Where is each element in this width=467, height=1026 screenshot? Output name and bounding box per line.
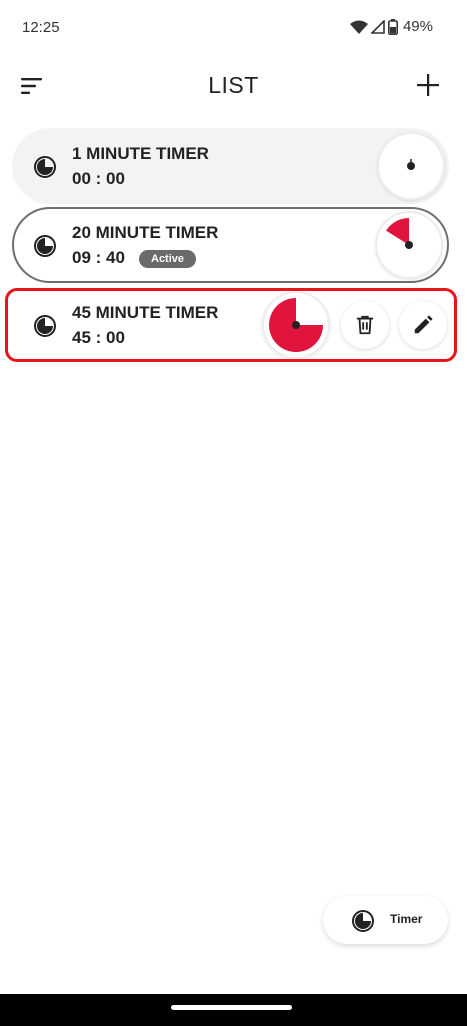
add-icon: [417, 74, 439, 96]
app-bar: LIST: [0, 60, 467, 112]
signal-icon: [370, 19, 385, 34]
timer-dial[interactable]: [262, 291, 330, 359]
timer-icon: [352, 910, 374, 932]
timer-time: 45 : 00: [72, 328, 125, 347]
status-time: 12:25: [22, 19, 60, 36]
nav-bar: [0, 994, 467, 1026]
timer-time: 09 : 40: [72, 248, 125, 267]
dial-graphic: [269, 298, 323, 352]
dial-graphic: [407, 159, 415, 170]
timer-icon: [34, 315, 56, 337]
timer-dial[interactable]: [375, 211, 443, 279]
timer-time: 00 : 00: [72, 169, 125, 188]
battery-percent: 49%: [402, 18, 433, 35]
timer-card-selected[interactable]: 45 MINUTE TIMER 45 : 00: [12, 287, 449, 363]
active-badge: Active: [139, 250, 197, 268]
timer-icon: [34, 235, 56, 257]
timer-title: 1 MINUTE TIMER: [72, 144, 209, 163]
dial-graphic: [386, 218, 413, 249]
timer-title: 45 MINUTE TIMER: [72, 303, 219, 322]
delete-button[interactable]: [341, 301, 389, 349]
timer-title: 20 MINUTE TIMER: [72, 223, 219, 242]
status-bar: 12:25 49%: [0, 0, 467, 56]
timer-icon: [34, 156, 56, 178]
home-handle[interactable]: [171, 1005, 292, 1010]
timer-card-active[interactable]: 20 MINUTE TIMER 09 : 40 Active: [12, 207, 449, 283]
timer-dial[interactable]: [377, 132, 445, 200]
page-title: LIST: [208, 72, 259, 98]
fab-label: Timer: [390, 912, 423, 926]
timer-fab-button[interactable]: Timer: [323, 896, 448, 944]
status-icons: 49%: [349, 18, 433, 35]
battery-icon: [387, 18, 398, 35]
timer-card[interactable]: 1 MINUTE TIMER 00 : 00: [12, 128, 449, 204]
add-timer-button[interactable]: [413, 70, 443, 100]
edit-button[interactable]: [399, 301, 447, 349]
wifi-icon: [349, 20, 368, 34]
trash-icon: [356, 315, 374, 335]
pencil-icon: [414, 315, 433, 334]
